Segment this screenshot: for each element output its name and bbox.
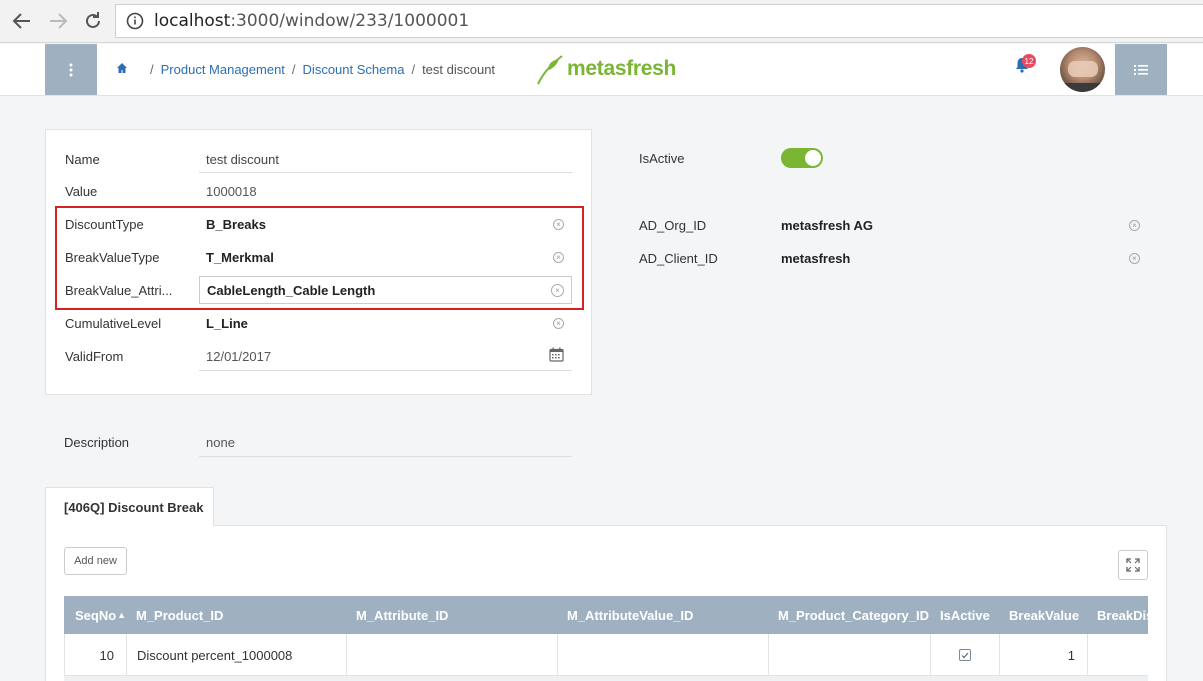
calendar-icon[interactable] [549, 347, 564, 365]
table-row[interactable]: 10 Discount percent_1000008 1 [64, 634, 1148, 676]
toggle-knob [805, 150, 821, 166]
clear-icon[interactable]: × [551, 284, 564, 297]
description-underline [199, 456, 572, 457]
cumulative-level-field[interactable]: L_Line [206, 316, 248, 331]
url-text: localhost:3000/window/233/1000001 [154, 11, 469, 31]
name-label: Name [65, 152, 100, 167]
name-field[interactable]: test discount [206, 152, 279, 167]
clear-icon[interactable]: × [1129, 253, 1140, 264]
cell-product[interactable]: Discount percent_1000008 [127, 634, 347, 675]
vertical-dots-icon [69, 63, 73, 76]
browser-toolbar: localhost:3000/window/233/1000001 [0, 0, 1203, 43]
cell-is-active[interactable] [931, 634, 1000, 675]
valid-from-field[interactable]: 12/01/2017 [206, 349, 271, 364]
break-value-type-field[interactable]: T_Merkmal [206, 250, 274, 265]
url-path: :3000/window/233/1000001 [230, 11, 470, 31]
forward-arrow-icon[interactable] [45, 9, 71, 33]
home-icon[interactable] [116, 62, 128, 77]
column-header-break-discount[interactable]: BreakDis [1097, 596, 1148, 634]
logo-text: metasfresh [567, 57, 677, 80]
column-header-attribute-value[interactable]: M_AttributeValue_ID [567, 596, 693, 634]
break-value-type-label: BreakValueType [65, 250, 160, 265]
sidelist-button[interactable] [1115, 44, 1167, 95]
break-value-attribute-value: CableLength_Cable Length [207, 283, 376, 298]
description-label: Description [64, 435, 130, 450]
back-arrow-icon[interactable] [9, 9, 35, 33]
clear-icon[interactable]: × [553, 318, 564, 329]
name-underline [199, 172, 572, 173]
cumulative-level-label: CumulativeLevel [65, 316, 162, 331]
value-field: 1000018 [206, 184, 257, 199]
is-active-label: IsActive [639, 151, 685, 166]
menu-button[interactable] [45, 44, 97, 95]
checkbox-checked-icon[interactable] [959, 649, 971, 661]
break-value-attribute-label: BreakValue_Attri... [65, 283, 173, 298]
info-icon[interactable] [126, 12, 144, 30]
cell-product-category[interactable] [769, 634, 931, 675]
breadcrumb-item-product-management[interactable]: Product Management [161, 62, 285, 77]
breadcrumb-item-discount-schema[interactable]: Discount Schema [303, 62, 405, 77]
cell-attribute-value[interactable] [558, 634, 769, 675]
column-header-seqno[interactable]: SeqNo ▲ [75, 596, 126, 634]
org-label: AD_Org_ID [639, 218, 707, 233]
org-field[interactable]: metasfresh AG [781, 218, 873, 233]
column-header-product-category[interactable]: M_Product_Category_ID [778, 596, 929, 634]
valid-from-label: ValidFrom [65, 349, 124, 364]
cell-break-value[interactable]: 1 [1000, 634, 1088, 675]
grid-header: SeqNo ▲ M_Product_ID M_Attribute_ID M_Att… [64, 596, 1148, 634]
logo: metasfresh [535, 52, 676, 86]
discount-type-field[interactable]: B_Breaks [206, 217, 266, 232]
clear-icon[interactable]: × [553, 219, 564, 230]
description-field[interactable]: none [206, 435, 235, 450]
column-header-product[interactable]: M_Product_ID [136, 596, 223, 634]
clear-icon[interactable]: × [1129, 220, 1140, 231]
add-new-button[interactable]: Add new [64, 547, 127, 575]
breadcrumb: / Product Management / Discount Schema /… [150, 62, 496, 77]
cell-attribute[interactable] [347, 634, 558, 675]
list-icon [1134, 64, 1148, 75]
sort-arrow-icon: ▲ [117, 610, 127, 620]
url-host: localhost [154, 11, 231, 31]
discount-type-label: DiscountType [65, 217, 144, 232]
avatar[interactable] [1060, 47, 1105, 92]
notification-badge: 12 [1022, 54, 1036, 68]
column-header-break-value[interactable]: BreakValue [1009, 596, 1079, 634]
clear-icon[interactable]: × [553, 252, 564, 263]
logo-leaf-icon [537, 55, 563, 85]
tab-discount-break[interactable]: [406Q] Discount Break [45, 487, 214, 526]
is-active-toggle[interactable] [781, 148, 823, 168]
value-label: Value [65, 184, 98, 199]
client-label: AD_Client_ID [639, 251, 718, 266]
grid-row-next [64, 676, 1148, 681]
valid-from-underline [199, 370, 572, 371]
app-header: / Product Management / Discount Schema /… [0, 44, 1203, 96]
cell-break-discount[interactable] [1088, 634, 1148, 675]
cell-seqno[interactable]: 10 [64, 634, 127, 675]
expand-icon [1126, 558, 1140, 572]
column-header-is-active[interactable]: IsActive [940, 596, 990, 634]
breadcrumb-item-current: test discount [422, 62, 496, 77]
address-bar[interactable]: localhost:3000/window/233/1000001 [115, 4, 1203, 38]
reload-icon[interactable] [80, 9, 106, 33]
expand-button[interactable] [1118, 550, 1148, 580]
column-header-attribute[interactable]: M_Attribute_ID [356, 596, 448, 634]
client-field[interactable]: metasfresh [781, 251, 850, 266]
